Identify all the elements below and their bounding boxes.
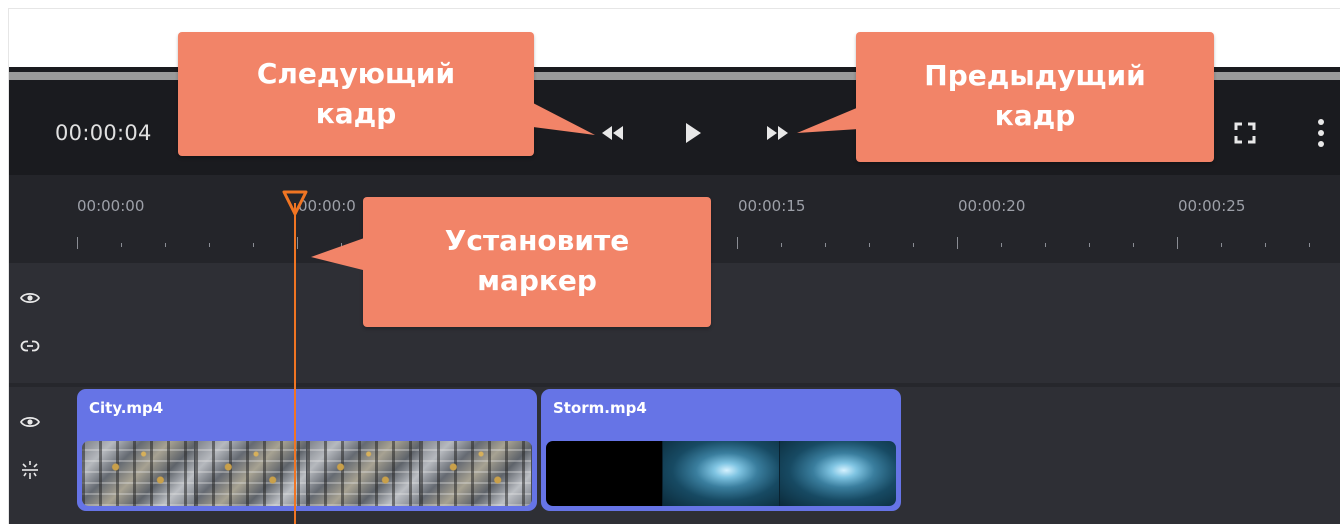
ruler-label-5: 00:00:25: [1178, 197, 1246, 215]
callout-set-marker: Установите маркер: [363, 197, 711, 327]
ruler-tick: [869, 243, 870, 247]
city-thumbnail: [194, 441, 307, 506]
ruler-label-4: 00:00:20: [958, 197, 1026, 215]
ruler-tick: [121, 243, 122, 247]
callout-line: кадр: [315, 97, 397, 130]
video-editor-window: 00:00:04 00:00:00 00:00:0 00:00:15 00:00…: [8, 8, 1340, 524]
ruler-tick: [1001, 243, 1002, 247]
black-thumbnail: [546, 441, 662, 506]
ruler-tick: [781, 243, 782, 247]
clip-name: City.mp4: [89, 399, 164, 417]
ruler-tick: [737, 237, 738, 249]
ruler-tick: [1309, 243, 1310, 247]
callout-previous-frame: Предыдущий кадр: [856, 32, 1214, 162]
storm-thumbnail: [662, 441, 779, 506]
callout-line: маркер: [477, 264, 597, 297]
rewind-frame-icon: [602, 126, 623, 140]
fullscreen-button[interactable]: [1225, 117, 1265, 149]
callout-next-frame: Следующий кадр: [178, 32, 534, 156]
ruler-tick: [1089, 243, 1090, 247]
clip-storm[interactable]: Storm.mp4: [541, 389, 901, 511]
ruler-tick: [297, 237, 298, 249]
timecode-display: 00:00:04: [55, 121, 152, 145]
city-thumbnail: [82, 441, 195, 506]
play-button[interactable]: [673, 117, 713, 149]
callout-arrow: [797, 107, 859, 133]
play-icon: [686, 123, 701, 143]
ruler-label-3: 00:00:15: [738, 197, 806, 215]
clip-thumbnails: [82, 441, 532, 506]
ruler-tick: [253, 243, 254, 247]
city-thumbnail: [419, 441, 532, 506]
forward-frame-icon: [767, 126, 788, 140]
clip-thumbnails: [546, 441, 896, 506]
eye-icon[interactable]: [19, 287, 41, 309]
sparkle-effects-icon[interactable]: [19, 459, 41, 481]
callout-line: кадр: [994, 99, 1076, 132]
playhead-marker-icon[interactable]: [281, 189, 309, 217]
clip-name: Storm.mp4: [553, 399, 647, 417]
ruler-label-0: 00:00:00: [77, 197, 145, 215]
previous-frame-button[interactable]: [593, 117, 633, 149]
ruler-tick: [1133, 243, 1134, 247]
callout-arrow: [311, 237, 367, 271]
link-icon[interactable]: [19, 335, 41, 357]
ruler-tick: [209, 243, 210, 247]
ruler-tick: [1265, 243, 1266, 247]
fullscreen-icon: [1234, 122, 1256, 144]
ruler-tick: [1045, 243, 1046, 247]
callout-line: Установите: [444, 224, 630, 257]
more-options-button[interactable]: [1301, 117, 1340, 149]
storm-thumbnail: [779, 441, 896, 506]
callout-line: Предыдущий: [924, 59, 1146, 92]
callout-line: Следующий: [256, 57, 456, 90]
ruler-tick: [1177, 237, 1178, 249]
clip-city[interactable]: City.mp4: [77, 389, 537, 511]
playhead-line[interactable]: [294, 203, 296, 524]
more-vertical-icon: [1318, 119, 1324, 147]
ruler-tick: [1221, 243, 1222, 247]
eye-icon[interactable]: [19, 411, 41, 433]
ruler-tick: [825, 243, 826, 247]
callout-arrow: [533, 103, 595, 135]
city-thumbnail: [307, 441, 420, 506]
ruler-tick: [165, 243, 166, 247]
ruler-tick: [77, 237, 78, 249]
ruler-tick: [913, 243, 914, 247]
next-frame-button[interactable]: [757, 117, 797, 149]
ruler-tick: [957, 237, 958, 249]
